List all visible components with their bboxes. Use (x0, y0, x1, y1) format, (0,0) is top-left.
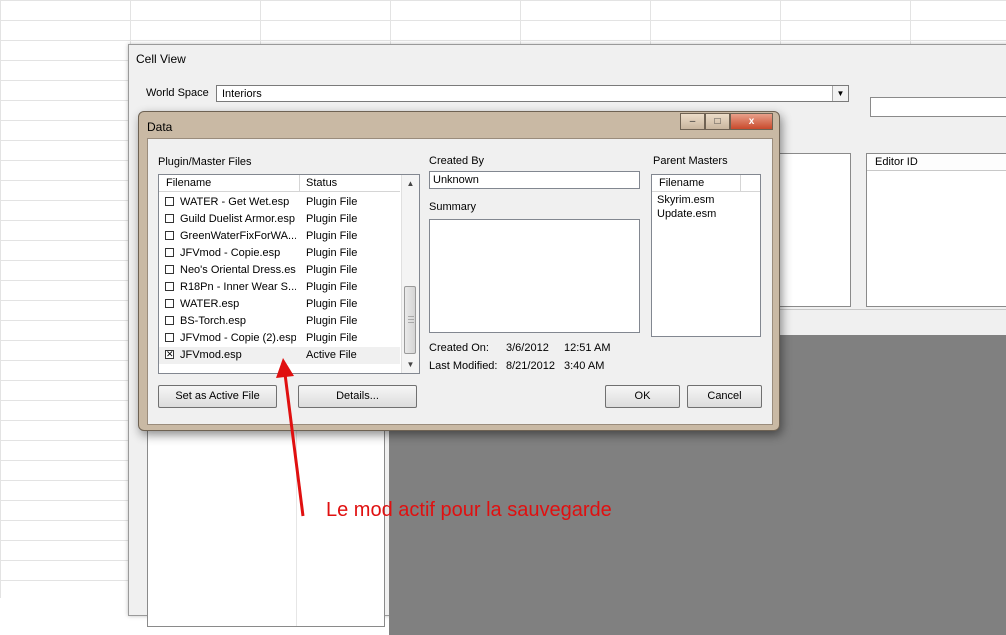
masters-filename-column-header[interactable]: Filename (659, 177, 704, 189)
column-divider (740, 175, 741, 191)
plugin-list-header: Filename Status (159, 175, 400, 192)
summary-field[interactable] (429, 219, 640, 333)
last-modified-time: 3:40 AM (564, 360, 605, 372)
plugin-filename: BS-Torch.esp (180, 315, 247, 327)
plugin-status: Plugin File (306, 332, 358, 344)
master-item[interactable]: Update.esm (657, 208, 716, 220)
parent-masters-label: Parent Masters (653, 155, 728, 167)
plugin-filename: Guild Duelist Armor.esp (180, 213, 295, 225)
plugin-row[interactable]: BS-Torch.esp Plugin File (159, 313, 400, 330)
masters-list-header: Filename (652, 175, 760, 192)
created-on-label: Created On: (429, 342, 489, 354)
last-modified-label: Last Modified: (429, 360, 498, 372)
summary-label: Summary (429, 201, 477, 213)
plugin-filename: Neo's Oriental Dress.esp (180, 264, 296, 276)
plugin-row[interactable]: GreenWaterFixForWA... Plugin File (159, 228, 400, 245)
created-by-label: Created By (429, 155, 485, 167)
world-space-select[interactable]: Interiors ▼ (216, 85, 849, 102)
plugin-checkbox[interactable] (165, 248, 174, 257)
data-dialog-client: Plugin/Master Files Filename Status WATE… (147, 138, 773, 425)
plugin-rows: WATER - Get Wet.esp Plugin File Guild Duel… (159, 194, 400, 364)
plugin-row[interactable]: JFVmod - Copie (2).esp Plugin File (159, 330, 400, 347)
cell-search-input[interactable] (870, 97, 1006, 117)
scroll-down-icon[interactable]: ▼ (402, 356, 419, 373)
plugin-status: Plugin File (306, 315, 358, 327)
plugin-status: Plugin File (306, 281, 358, 293)
plugin-file-list[interactable]: Filename Status WATER - Get Wet.esp Plugi… (158, 174, 420, 374)
world-space-value: Interiors (222, 88, 262, 100)
minimize-icon[interactable]: – (680, 113, 705, 130)
plugin-checkbox[interactable] (165, 265, 174, 274)
scroll-thumb[interactable]: — — — (404, 286, 416, 354)
plugin-checkbox[interactable] (165, 197, 174, 206)
plugin-checkbox[interactable] (165, 333, 174, 342)
plugin-row[interactable]: WATER.esp Plugin File (159, 296, 400, 313)
plugin-row[interactable]: JFVmod - Copie.esp Plugin File (159, 245, 400, 262)
plugin-status: Plugin File (306, 213, 358, 225)
plugin-status: Plugin File (306, 264, 358, 276)
cancel-button[interactable]: Cancel (687, 385, 762, 408)
plugin-row[interactable]: WATER - Get Wet.esp Plugin File (159, 194, 400, 211)
annotation-text: Le mod actif pour la sauvegarde (326, 499, 612, 521)
maximize-icon[interactable]: □ (705, 113, 730, 130)
plugin-status: Plugin File (306, 298, 358, 310)
plugin-status: Plugin File (306, 230, 358, 242)
column-divider (296, 426, 297, 626)
plugin-checkbox[interactable] (165, 214, 174, 223)
parent-masters-list[interactable]: Filename Skyrim.esm Update.esm (651, 174, 761, 337)
plugin-row[interactable]: R18Pn - Inner Wear S... Plugin File (159, 279, 400, 296)
editor-id-header-label: Editor ID (875, 156, 918, 168)
filename-column-header[interactable]: Filename (166, 177, 211, 189)
plugin-filename: R18Pn - Inner Wear S... (180, 281, 296, 293)
cell-list-middle[interactable] (774, 153, 851, 307)
plugin-row[interactable]: Guild Duelist Armor.esp Plugin File (159, 211, 400, 228)
created-on-date: 3/6/2012 (506, 342, 549, 354)
plugin-status: Active File (306, 349, 357, 361)
last-modified-date: 8/21/2012 (506, 360, 555, 372)
plugin-filename: WATER.esp (180, 298, 240, 310)
plugin-filename: GreenWaterFixForWA... (180, 230, 296, 242)
chevron-down-icon[interactable]: ▼ (832, 86, 848, 101)
cell-list-left[interactable] (147, 425, 385, 627)
plugin-status: Plugin File (306, 247, 358, 259)
plugin-list-scrollbar[interactable]: ▲ — — — ▼ (401, 175, 419, 373)
column-divider (299, 175, 300, 191)
details-button[interactable]: Details... (298, 385, 417, 408)
data-dialog: Data – □ x Plugin/Master Files Filename … (138, 111, 780, 431)
scroll-up-icon[interactable]: ▲ (402, 175, 419, 192)
plugin-checkbox[interactable]: ✕ (165, 350, 174, 359)
plugin-checkbox[interactable] (165, 282, 174, 291)
editor-id-list[interactable]: Editor ID (866, 153, 1006, 307)
plugin-filename: WATER - Get Wet.esp (180, 196, 290, 208)
plugin-status: Plugin File (306, 196, 358, 208)
plugin-checkbox[interactable] (165, 299, 174, 308)
plugin-files-label: Plugin/Master Files (158, 156, 252, 168)
set-active-file-button[interactable]: Set as Active File (158, 385, 277, 408)
caption-buttons: – □ x (680, 113, 773, 131)
data-dialog-title: Data (147, 120, 173, 134)
plugin-filename: JFVmod - Copie (2).esp (180, 332, 296, 344)
created-on-time: 12:51 AM (564, 342, 611, 354)
close-icon[interactable]: x (730, 113, 773, 130)
plugin-filename: JFVmod - Copie.esp (180, 247, 281, 259)
status-column-header[interactable]: Status (306, 177, 337, 189)
plugin-checkbox[interactable] (165, 316, 174, 325)
plugin-checkbox[interactable] (165, 231, 174, 240)
cell-view-title: Cell View (136, 52, 186, 66)
world-space-label: World Space (146, 87, 209, 99)
plugin-filename: JFVmod.esp (180, 349, 242, 361)
created-by-value: Unknown (433, 174, 479, 186)
editor-id-column-header[interactable]: Editor ID (867, 154, 1006, 171)
plugin-row[interactable]: ✕ JFVmod.esp Active File (159, 347, 400, 364)
created-by-field[interactable]: Unknown (429, 171, 640, 189)
ok-button[interactable]: OK (605, 385, 680, 408)
master-item[interactable]: Skyrim.esm (657, 194, 714, 206)
plugin-row[interactable]: Neo's Oriental Dress.esp Plugin File (159, 262, 400, 279)
grip-icon: — — — (408, 314, 414, 326)
